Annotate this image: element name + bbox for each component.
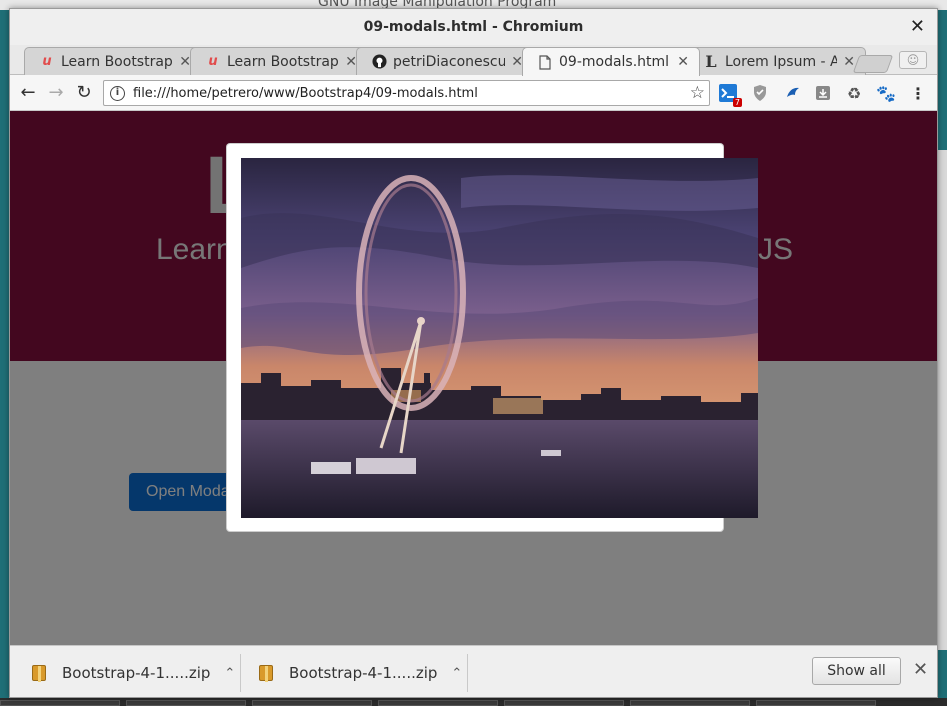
chevron-up-icon[interactable]: ⌃	[224, 666, 235, 681]
chevron-up-icon[interactable]: ⌃	[451, 666, 462, 681]
tab-09-modals[interactable]: 09-modals.html ✕	[522, 47, 700, 76]
background-side-panel	[937, 150, 947, 650]
zip-file-icon	[259, 665, 273, 682]
tab-strip: u Learn Bootstrap ✕ u Learn Bootstrap ✕ …	[10, 45, 937, 76]
address-bar[interactable]: i file:///home/petrero/www/Bootstrap4/09…	[103, 80, 710, 106]
tab-github[interactable]: petriDiaconescu ✕	[356, 47, 534, 75]
show-all-button[interactable]: Show all	[812, 657, 901, 685]
forward-arrow-icon[interactable]: →	[42, 79, 70, 107]
github-icon	[371, 54, 387, 70]
new-tab-button[interactable]	[852, 55, 894, 73]
file-icon	[537, 54, 553, 70]
tab-lorem-ipsum[interactable]: L Lorem Ipsum - All ✕	[688, 47, 866, 75]
image-modal	[226, 143, 758, 532]
taskbar	[0, 698, 947, 706]
window-title: 09-modals.html - Chromium	[363, 19, 584, 35]
tab-label: Learn Bootstrap	[61, 53, 173, 70]
tab-learn-bootstrap-2[interactable]: u Learn Bootstrap ✕	[190, 47, 368, 75]
tab-learn-bootstrap-1[interactable]: u Learn Bootstrap ✕	[24, 47, 202, 75]
tab-label: Lorem Ipsum - All	[725, 53, 838, 70]
back-arrow-icon[interactable]: ←	[14, 79, 42, 107]
taskbar-item[interactable]	[378, 700, 498, 706]
shield-icon[interactable]	[750, 83, 770, 103]
taskbar-item[interactable]	[126, 700, 246, 706]
extension-badge: 7	[732, 98, 742, 107]
paw-icon[interactable]: 🐾	[876, 83, 896, 103]
extension-icon[interactable]: 7	[718, 83, 742, 107]
browser-window: 09-modals.html - Chromium ✕ u Learn Boot…	[9, 8, 938, 698]
bird-extension-icon[interactable]	[783, 83, 803, 103]
reload-icon[interactable]: ↻	[70, 79, 98, 107]
tab-label: Learn Bootstrap	[227, 53, 339, 70]
udemy-icon: u	[208, 54, 218, 69]
recycle-icon[interactable]: ♻	[844, 83, 864, 103]
title-bar: 09-modals.html - Chromium ✕	[10, 9, 937, 45]
toolbar: ← → ↻ i file:///home/petrero/www/Bootstr…	[10, 75, 937, 111]
download-bar: Bootstrap-4-1.....zip ⌃ Bootstrap-4-1...…	[10, 645, 937, 697]
page-viewport: L Learn JS Open Modal	[10, 111, 937, 645]
url-text: file:///home/petrero/www/Bootstrap4/09-m…	[133, 85, 478, 101]
lorem-ipsum-icon: L	[705, 52, 717, 71]
bookmark-star-icon[interactable]: ☆	[690, 83, 705, 103]
divider	[240, 654, 241, 692]
udemy-icon: u	[42, 54, 52, 69]
tab-close-icon[interactable]: ✕	[677, 54, 689, 70]
download-icon[interactable]	[813, 83, 833, 103]
taskbar-item[interactable]	[252, 700, 372, 706]
tab-close-icon[interactable]: ✕	[843, 54, 855, 70]
download-item[interactable]: Bootstrap-4-1.....zip ⌃	[32, 646, 235, 697]
divider	[467, 654, 468, 692]
taskbar-item[interactable]	[504, 700, 624, 706]
close-icon[interactable]: ✕	[913, 659, 928, 680]
download-filename: Bootstrap-4-1.....zip	[62, 664, 211, 682]
download-filename: Bootstrap-4-1.....zip	[289, 664, 438, 682]
tab-label: petriDiaconescu	[393, 53, 506, 70]
menu-icon[interactable]: ⋮	[908, 83, 928, 103]
download-item[interactable]: Bootstrap-4-1.....zip ⌃	[259, 646, 462, 697]
tab-label: 09-modals.html	[559, 54, 670, 70]
taskbar-item[interactable]	[756, 700, 876, 706]
info-icon[interactable]: i	[110, 85, 125, 101]
zip-file-icon	[32, 665, 46, 682]
taskbar-item[interactable]	[0, 700, 120, 706]
london-eye-photo	[241, 158, 758, 518]
close-icon[interactable]: ✕	[910, 16, 925, 37]
taskbar-item[interactable]	[630, 700, 750, 706]
profile-icon[interactable]: ☺	[899, 51, 927, 69]
